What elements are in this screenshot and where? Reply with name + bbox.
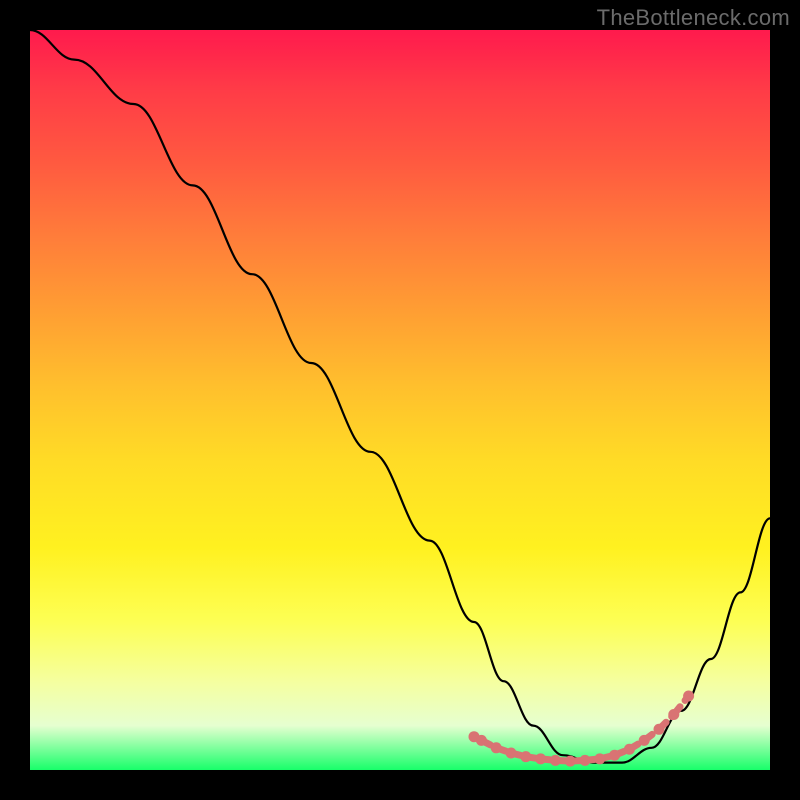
chart-svg	[30, 30, 770, 770]
marker-dot	[491, 742, 502, 753]
watermark-text: TheBottleneck.com	[597, 5, 790, 31]
marker-dot	[565, 756, 576, 767]
marker-dot	[580, 755, 591, 766]
bottleneck-curve	[30, 30, 770, 763]
marker-dot	[639, 735, 650, 746]
marker-dot	[535, 753, 546, 764]
flat-region-markers	[469, 691, 695, 767]
marker-dot	[550, 755, 561, 766]
marker-dot	[506, 747, 517, 758]
marker-dot	[683, 691, 694, 702]
marker-dot	[476, 735, 487, 746]
marker-dot	[520, 751, 531, 762]
marker-dot	[624, 744, 635, 755]
marker-dot	[594, 753, 605, 764]
marker-dot	[654, 724, 665, 735]
marker-dot	[668, 709, 679, 720]
marker-dot	[609, 750, 620, 761]
